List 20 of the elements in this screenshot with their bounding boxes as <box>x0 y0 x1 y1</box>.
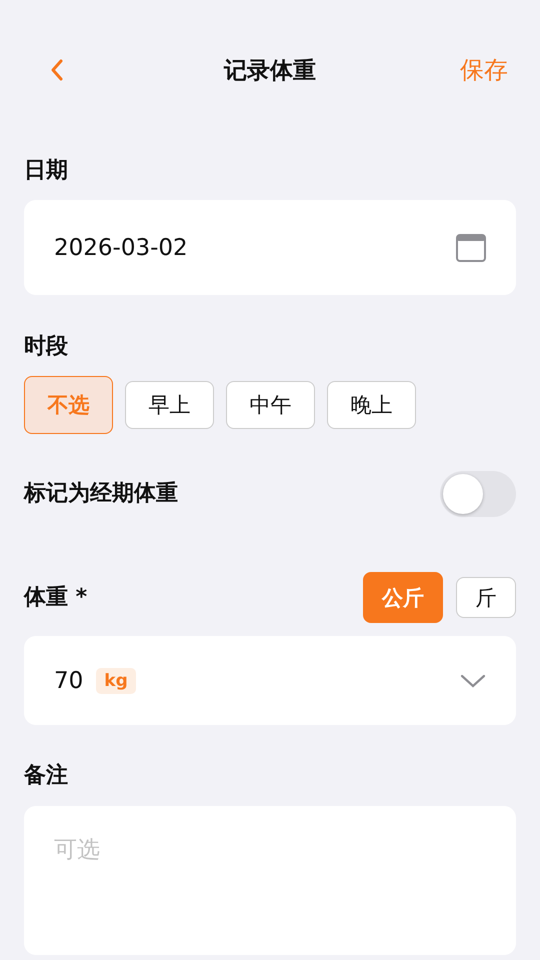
note-field[interactable]: 可选 <box>24 806 516 955</box>
page-title: 记录体重 <box>224 56 316 86</box>
period-label: 时段 <box>24 333 69 361</box>
period-option[interactable]: 早上 <box>125 381 214 429</box>
toggle-switch[interactable] <box>440 471 516 517</box>
period-option[interactable]: 晚上 <box>327 381 416 429</box>
period-weight-label: 标记为经期体重 <box>24 480 178 508</box>
weight-field[interactable]: 70 kg <box>24 636 516 725</box>
weight-value: 70 <box>54 668 84 694</box>
date-value: 2026-03-02 <box>54 234 188 260</box>
unit-badge: kg <box>96 668 136 694</box>
period-option[interactable]: 中午 <box>226 381 315 429</box>
date-label: 日期 <box>24 157 69 185</box>
unit-option[interactable]: 斤 <box>456 577 516 618</box>
date-field[interactable]: 2026-03-02 <box>24 200 516 295</box>
chevron-down-icon[interactable] <box>460 672 486 688</box>
note-label: 备注 <box>24 762 69 790</box>
back-icon[interactable] <box>50 58 64 82</box>
weight-label: 体重 * <box>24 584 88 612</box>
calendar-icon[interactable] <box>456 234 486 262</box>
